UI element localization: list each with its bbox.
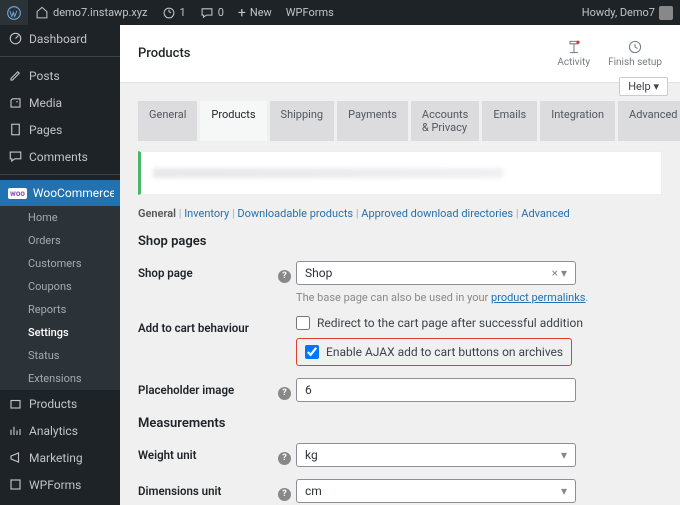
help-button[interactable]: Help ▾: [619, 77, 668, 96]
menu-posts[interactable]: Posts: [0, 62, 120, 89]
menu-comments[interactable]: Comments: [0, 143, 120, 170]
wpforms-link[interactable]: WPForms: [279, 0, 341, 25]
tab-products[interactable]: Products: [200, 101, 266, 141]
menu-botiga[interactable]: Botiga: [0, 498, 120, 505]
placeholder-input[interactable]: [296, 378, 576, 402]
menu-wpforms[interactable]: WPForms: [0, 471, 120, 498]
submenu-home[interactable]: Home: [0, 206, 120, 229]
label-dimensions: Dimensions unit: [138, 479, 278, 498]
main-content: Products Activity Finish setup Help ▾ Ge…: [120, 25, 680, 505]
avatar: [659, 6, 673, 20]
activity-button[interactable]: Activity: [557, 39, 590, 68]
finish-setup-button[interactable]: Finish setup: [608, 39, 662, 68]
permalinks-link[interactable]: product permalinks: [491, 291, 585, 304]
submenu-settings[interactable]: Settings: [0, 321, 120, 344]
sublink-approved[interactable]: Approved download directories: [361, 207, 513, 220]
sublink-advanced[interactable]: Advanced: [521, 207, 569, 220]
sublink-downloadable[interactable]: Downloadable products: [237, 207, 353, 220]
label-placeholder: Placeholder image: [138, 378, 278, 397]
label-add-to-cart: Add to cart behaviour: [138, 316, 278, 335]
settings-tabs: General Products Shipping Payments Accou…: [138, 101, 662, 141]
highlighted-option: Enable AJAX add to cart buttons on archi…: [296, 338, 572, 366]
tab-shipping[interactable]: Shipping: [270, 101, 335, 141]
menu-dashboard[interactable]: Dashboard: [0, 25, 120, 52]
tab-integration[interactable]: Integration: [540, 101, 615, 141]
menu-pages[interactable]: Pages: [0, 116, 120, 143]
dimensions-select[interactable]: cm▾: [296, 479, 576, 503]
submenu-reports[interactable]: Reports: [0, 298, 120, 321]
menu-woocommerce[interactable]: wooWooCommerce: [0, 180, 120, 206]
submenu-status[interactable]: Status: [0, 344, 120, 367]
checkbox-ajax[interactable]: Enable AJAX add to cart buttons on archi…: [305, 345, 563, 359]
help-icon[interactable]: ?: [278, 261, 296, 283]
notice-banner: [138, 151, 662, 195]
tab-emails[interactable]: Emails: [482, 101, 537, 141]
menu-marketing[interactable]: Marketing: [0, 444, 120, 471]
sublink-inventory[interactable]: Inventory: [184, 207, 229, 220]
shop-page-select[interactable]: Shop× ▾: [296, 261, 576, 285]
sublink-general[interactable]: General: [138, 207, 176, 220]
help-icon[interactable]: ?: [278, 443, 296, 465]
subsection-links: General | Inventory | Downloadable produ…: [138, 207, 662, 220]
heading-measurements: Measurements: [138, 416, 662, 431]
submenu-extensions[interactable]: Extensions: [0, 367, 120, 390]
submenu-orders[interactable]: Orders: [0, 229, 120, 252]
admin-bar: demo7.instawp.xyz 1 0 +New WPForms Howdy…: [0, 0, 680, 25]
shop-page-desc: The base page can also be used in your p…: [296, 291, 662, 304]
label-shop-page: Shop page: [138, 261, 278, 280]
account-greeting[interactable]: Howdy, Demo7: [575, 0, 680, 25]
weight-select[interactable]: kg▾: [296, 443, 576, 467]
heading-shop-pages: Shop pages: [138, 234, 662, 249]
admin-sidebar: Dashboard Posts Media Pages Comments woo…: [0, 25, 120, 505]
new-content[interactable]: +New: [231, 0, 279, 25]
site-name[interactable]: demo7.instawp.xyz: [28, 0, 155, 25]
menu-media[interactable]: Media: [0, 89, 120, 116]
help-icon[interactable]: ?: [278, 479, 296, 501]
submenu-coupons[interactable]: Coupons: [0, 275, 120, 298]
label-weight: Weight unit: [138, 443, 278, 462]
tab-payments[interactable]: Payments: [337, 101, 408, 141]
tab-advanced[interactable]: Advanced: [618, 101, 680, 141]
submenu-customers[interactable]: Customers: [0, 252, 120, 275]
page-title: Products: [138, 46, 190, 61]
updates[interactable]: 1: [155, 0, 193, 25]
comments-count[interactable]: 0: [193, 0, 231, 25]
menu-analytics[interactable]: Analytics: [0, 417, 120, 444]
help-icon[interactable]: ?: [278, 378, 296, 400]
tab-general[interactable]: General: [138, 101, 197, 141]
woocommerce-submenu: Home Orders Customers Coupons Reports Se…: [0, 206, 120, 390]
checkbox-redirect[interactable]: Redirect to the cart page after successf…: [296, 316, 662, 330]
menu-products[interactable]: Products: [0, 390, 120, 417]
wp-logo[interactable]: [0, 0, 28, 25]
tab-accounts[interactable]: Accounts & Privacy: [411, 101, 479, 141]
